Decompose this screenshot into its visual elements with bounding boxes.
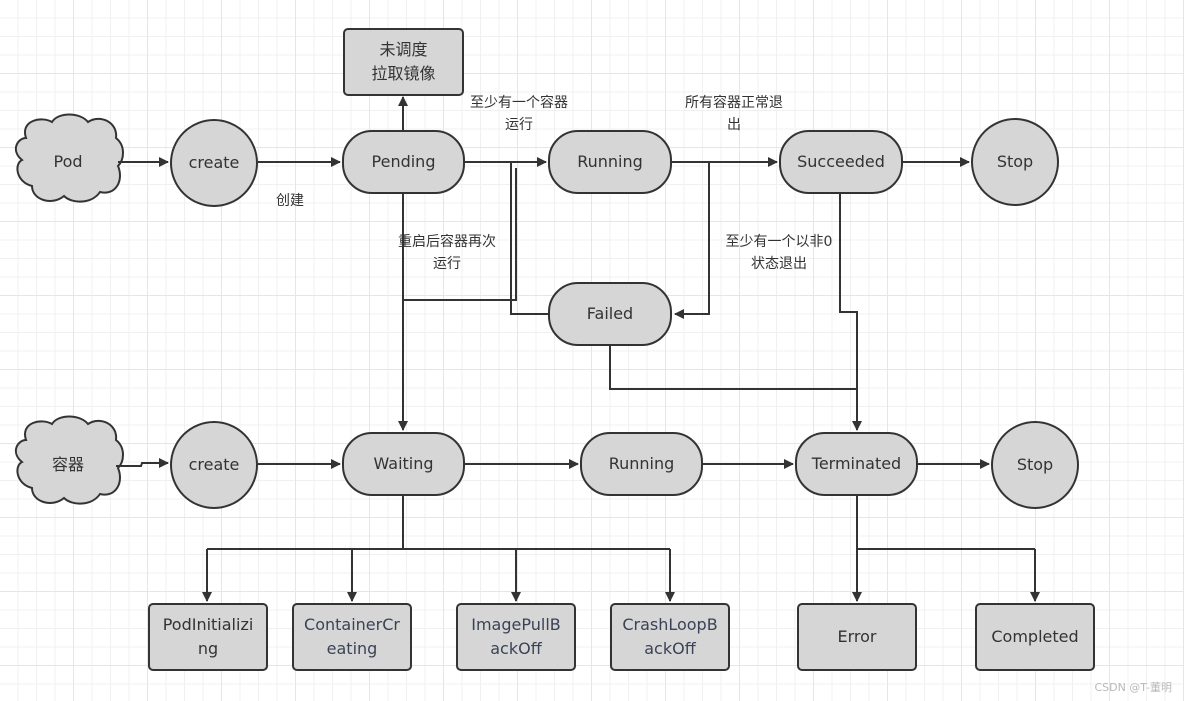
edge-succeeded-terminated <box>839 194 862 431</box>
failed-node[interactable]: Failed <box>548 282 672 346</box>
container-running-node[interactable]: Running <box>580 432 703 496</box>
pod-stop-node[interactable]: Stop <box>971 118 1059 206</box>
pod-running-node[interactable]: Running <box>548 130 672 194</box>
connector-layer <box>14 96 1040 602</box>
pod-start-node[interactable]: Pod <box>18 118 118 204</box>
terminated-reason-completed[interactable]: Completed <box>975 603 1095 671</box>
label-create-to-pending: 创建 <box>276 193 304 209</box>
waiting-reason-crashloopbackoff[interactable]: CrashLoopB ackOff <box>610 603 730 671</box>
label-pending-to-running: 至少有一个容器 运行 <box>470 95 568 133</box>
label-running-to-failed: 至少有一个以非0 状态退出 <box>725 234 833 272</box>
terminated-reason-error[interactable]: Error <box>797 603 917 671</box>
waiting-reason-imagepullbackoff[interactable]: ImagePullB ackOff <box>456 603 576 671</box>
edge-failed-terminated <box>609 345 857 390</box>
waiting-reason-containercreating[interactable]: ContainerCr eating <box>292 603 412 671</box>
container-create-node[interactable]: create <box>170 421 258 509</box>
label-running-to-succeeded: 所有容器正常退 出 <box>685 95 783 133</box>
pod-create-node[interactable]: create <box>170 119 258 207</box>
waiting-reason-podinitializing[interactable]: PodInitializi ng <box>148 603 268 671</box>
edge-running-failed <box>672 161 710 319</box>
waiting-node[interactable]: Waiting <box>342 432 465 496</box>
terminated-node[interactable]: Terminated <box>795 432 918 496</box>
label-failed-restart: 重启后容器再次 运行 <box>398 234 496 272</box>
succeeded-node[interactable]: Succeeded <box>779 130 903 194</box>
edge-container-create <box>116 458 169 468</box>
watermark: CSDN @T-董明 <box>1094 681 1172 694</box>
container-stop-node[interactable]: Stop <box>991 421 1079 509</box>
container-start-node[interactable]: 容器 <box>18 420 118 506</box>
unscheduled-node[interactable]: 未调度 拉取镜像 <box>343 28 464 96</box>
pending-node[interactable]: Pending <box>342 130 465 194</box>
